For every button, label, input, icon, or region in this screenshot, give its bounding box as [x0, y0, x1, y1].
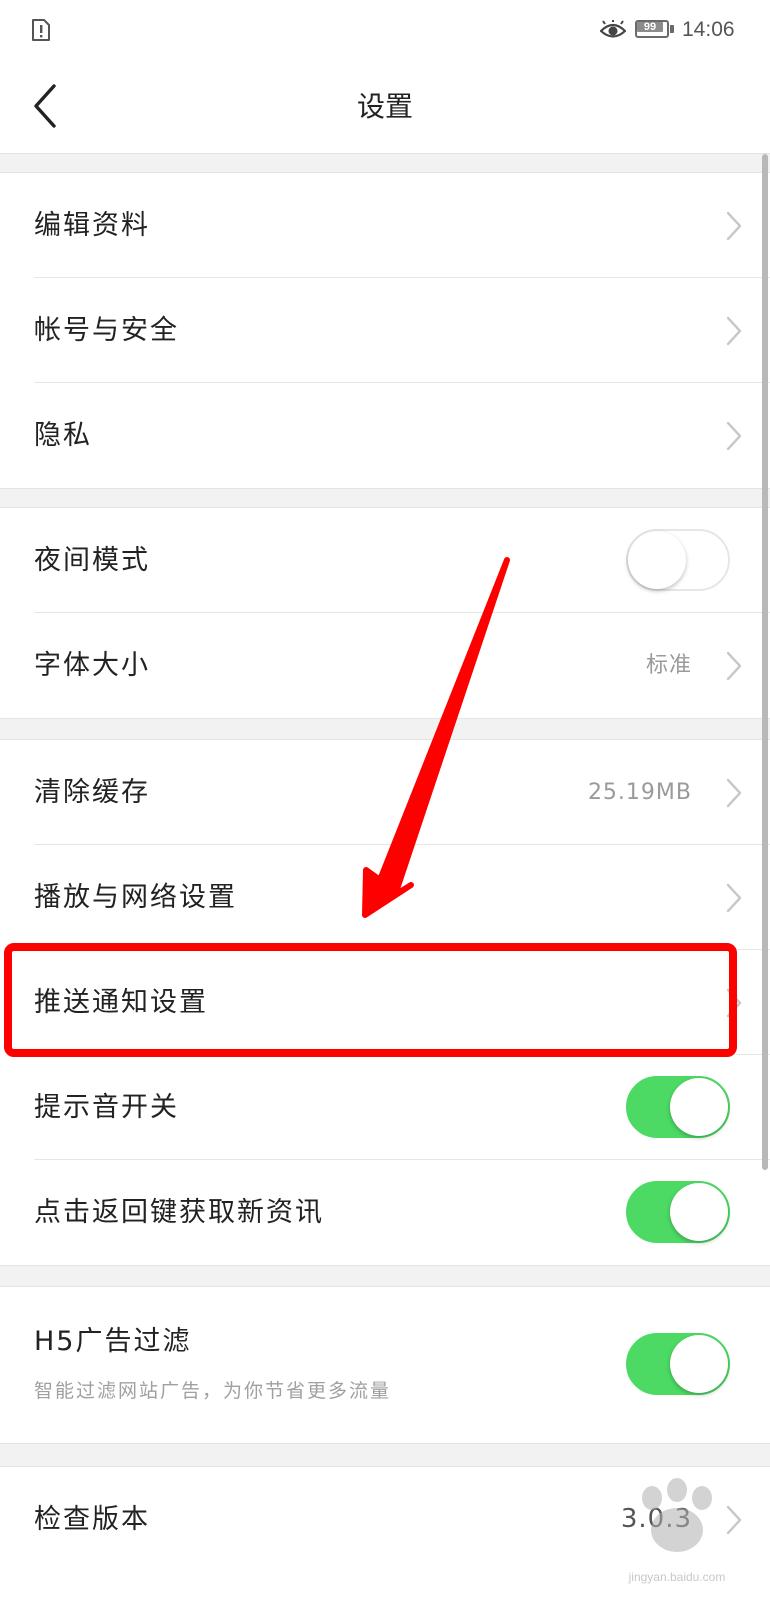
- check-version-row[interactable]: 检查版本 3.0.3: [0, 1467, 770, 1572]
- row-label: 提示音开关: [34, 1092, 179, 1123]
- notification-sound-toggle[interactable]: [626, 1076, 730, 1138]
- status-time: 14:06: [682, 18, 735, 41]
- battery-level: 99: [643, 21, 657, 33]
- back-key-refresh-toggle[interactable]: [626, 1181, 730, 1243]
- font-size-row[interactable]: 字体大小 标准: [0, 613, 770, 718]
- version-value: 3.0.3: [620, 1504, 692, 1534]
- edit-profile-row[interactable]: 编辑资料: [0, 173, 770, 278]
- settings-group-about: 检查版本 3.0.3: [0, 1466, 770, 1600]
- chevron-right-icon: [726, 1505, 742, 1535]
- privacy-row[interactable]: 隐私: [0, 383, 770, 488]
- push-notification-row[interactable]: 推送通知设置: [0, 950, 770, 1055]
- night-mode-row: 夜间模式: [0, 508, 770, 613]
- settings-group-ads: H5广告过滤 智能过滤网站广告，为你节省更多流量: [0, 1286, 770, 1444]
- sim-alert-icon: [32, 19, 50, 41]
- settings-group-display: 夜间模式 字体大小 标准: [0, 507, 770, 719]
- nav-header: 设置: [0, 60, 770, 154]
- row-label: H5广告过滤: [34, 1326, 192, 1357]
- row-label: 隐私: [34, 420, 92, 451]
- h5-ad-filter-toggle[interactable]: [626, 1333, 730, 1395]
- row-label: 夜间模式: [34, 545, 150, 576]
- status-bar: 99 14:06: [0, 0, 770, 60]
- row-label: 清除缓存: [34, 777, 150, 808]
- page-title: 设置: [356, 90, 413, 123]
- playback-network-row[interactable]: 播放与网络设置: [0, 845, 770, 950]
- chevron-right-icon: [726, 211, 742, 241]
- chevron-right-icon: [726, 778, 742, 808]
- scrollbar[interactable]: [762, 154, 768, 1170]
- battery-icon: 99: [635, 20, 675, 40]
- back-button[interactable]: [20, 76, 80, 136]
- h5-ad-filter-row: H5广告过滤 智能过滤网站广告，为你节省更多流量: [0, 1287, 770, 1443]
- clear-cache-row[interactable]: 清除缓存 25.19MB: [0, 740, 770, 845]
- row-label: 点击返回键获取新资讯: [34, 1197, 324, 1228]
- eye-icon: [600, 20, 626, 38]
- row-label: 播放与网络设置: [34, 882, 237, 913]
- notification-sound-row: 提示音开关: [0, 1055, 770, 1160]
- chevron-left-icon: [34, 84, 56, 128]
- night-mode-toggle[interactable]: [626, 529, 730, 591]
- row-label: 字体大小: [34, 650, 150, 681]
- font-size-value: 标准: [645, 653, 692, 678]
- cache-size-value: 25.19MB: [587, 780, 692, 805]
- settings-group-account: 编辑资料 帐号与安全 隐私: [0, 172, 770, 489]
- chevron-right-icon: [726, 988, 742, 1018]
- settings-screen: 99 14:06 设置 编辑资料 帐号与安全 隐私 夜间模式 字体大小 标准 清…: [0, 0, 770, 1600]
- chevron-right-icon: [726, 421, 742, 451]
- row-label: 帐号与安全: [34, 315, 179, 346]
- row-label: 编辑资料: [34, 210, 150, 241]
- chevron-right-icon: [726, 883, 742, 913]
- settings-group-general: 清除缓存 25.19MB 播放与网络设置 推送通知设置 提示音开关 点击返回键获…: [0, 739, 770, 1266]
- account-security-row[interactable]: 帐号与安全: [0, 278, 770, 383]
- row-label: 推送通知设置: [34, 987, 208, 1018]
- row-subtitle: 智能过滤网站广告，为你节省更多流量: [34, 1380, 392, 1402]
- chevron-right-icon: [726, 316, 742, 346]
- row-label: 检查版本: [34, 1504, 150, 1535]
- chevron-right-icon: [726, 651, 742, 681]
- back-key-refresh-row: 点击返回键获取新资讯: [0, 1160, 770, 1265]
